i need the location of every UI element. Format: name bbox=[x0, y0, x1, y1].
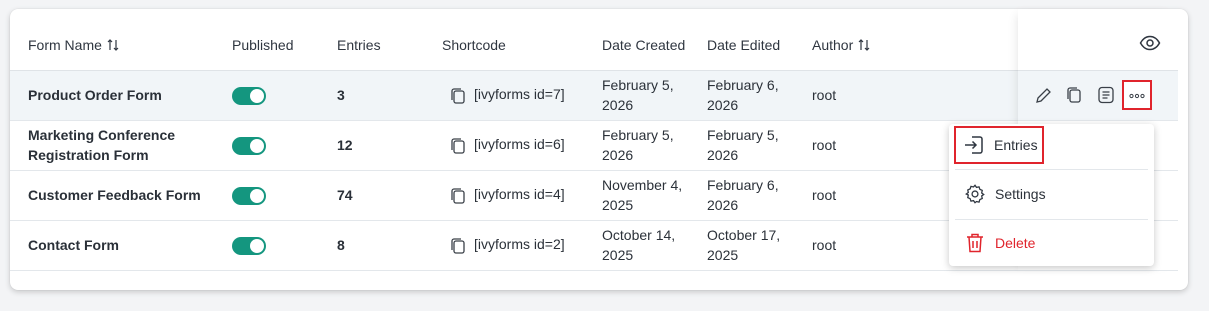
shortcode-text: [ivyforms id=2] bbox=[474, 236, 565, 252]
form-name[interactable]: Product Order Form bbox=[28, 85, 162, 105]
author: root bbox=[812, 237, 837, 253]
date-created-line1: November 4, bbox=[602, 177, 683, 193]
date-created-line1: October 14, bbox=[602, 227, 676, 243]
published-toggle[interactable] bbox=[232, 237, 266, 255]
date-edited-line2: 2026 bbox=[707, 97, 739, 113]
col-date-edited: Date Edited bbox=[707, 37, 781, 53]
table-row[interactable]: Product Order Form 3 [ivyforms id=7] Feb… bbox=[10, 71, 1178, 121]
date-edited-line2: 2025 bbox=[707, 247, 739, 263]
trash-icon bbox=[963, 231, 987, 255]
date-created-line1: February 5, bbox=[602, 127, 674, 143]
eye-icon[interactable] bbox=[1139, 35, 1161, 56]
col-published: Published bbox=[232, 37, 294, 53]
published-toggle[interactable] bbox=[232, 187, 266, 205]
author: root bbox=[812, 87, 837, 103]
menu-item-entries[interactable]: Entries bbox=[954, 126, 1044, 164]
actions-menu: Entries Settings Delete bbox=[949, 124, 1154, 266]
menu-item-settings[interactable]: Settings bbox=[955, 175, 1148, 213]
entries-icon bbox=[962, 133, 986, 157]
table-header: Form Name Published Entries Shortcode Da… bbox=[10, 9, 1178, 71]
forms-table-card: Form Name Published Entries Shortcode Da… bbox=[10, 9, 1188, 290]
date-created-line2: 2025 bbox=[602, 197, 634, 213]
menu-item-delete-label: Delete bbox=[995, 235, 1036, 251]
sort-icon[interactable] bbox=[857, 37, 871, 57]
form-name[interactable]: Customer Feedback Form bbox=[28, 185, 201, 205]
date-created-line2: 2025 bbox=[602, 247, 634, 263]
shortcode-text: [ivyforms id=4] bbox=[474, 186, 565, 202]
shortcode-text: [ivyforms id=6] bbox=[474, 136, 565, 152]
col-date-created: Date Created bbox=[602, 37, 686, 53]
edit-icon[interactable] bbox=[1034, 87, 1052, 110]
form-name-line2[interactable]: Registration Form bbox=[28, 145, 149, 165]
col-form-name[interactable]: Form Name bbox=[28, 35, 120, 57]
menu-item-settings-label: Settings bbox=[995, 186, 1046, 202]
form-name-line1[interactable]: Marketing Conference bbox=[28, 125, 175, 145]
col-form-name-label: Form Name bbox=[28, 37, 102, 53]
author: root bbox=[812, 137, 837, 153]
entries-count: 74 bbox=[337, 187, 353, 203]
copy-icon[interactable] bbox=[450, 137, 466, 160]
more-actions-button[interactable] bbox=[1122, 80, 1152, 110]
shortcode-text: [ivyforms id=7] bbox=[474, 86, 565, 102]
col-entries: Entries bbox=[337, 37, 381, 53]
date-edited-line1: February 6, bbox=[707, 77, 779, 93]
copy-icon[interactable] bbox=[450, 187, 466, 210]
entries-count: 3 bbox=[337, 87, 345, 103]
date-edited-line1: February 5, bbox=[707, 127, 779, 143]
col-author-label: Author bbox=[812, 37, 854, 53]
form-name[interactable]: Contact Form bbox=[28, 235, 119, 255]
sort-icon[interactable] bbox=[106, 37, 120, 57]
date-edited-line1: February 6, bbox=[707, 177, 779, 193]
copy-icon[interactable] bbox=[450, 87, 466, 110]
col-author[interactable]: Author bbox=[812, 35, 871, 57]
date-edited-line2: 2026 bbox=[707, 147, 739, 163]
entries-count: 8 bbox=[337, 237, 345, 253]
date-edited-line1: October 17, bbox=[707, 227, 781, 243]
more-icon bbox=[1129, 86, 1145, 104]
form-icon[interactable] bbox=[1097, 86, 1115, 109]
col-shortcode: Shortcode bbox=[442, 37, 506, 53]
published-toggle[interactable] bbox=[232, 87, 266, 105]
copy-icon[interactable] bbox=[450, 237, 466, 260]
menu-item-delete[interactable]: Delete bbox=[955, 224, 1148, 262]
published-toggle[interactable] bbox=[232, 137, 266, 155]
date-created-line2: 2026 bbox=[602, 147, 634, 163]
date-edited-line2: 2026 bbox=[707, 197, 739, 213]
duplicate-icon[interactable] bbox=[1066, 86, 1082, 109]
date-created-line2: 2026 bbox=[602, 97, 634, 113]
author: root bbox=[812, 187, 837, 203]
menu-item-entries-label: Entries bbox=[994, 137, 1038, 153]
entries-count: 12 bbox=[337, 137, 353, 153]
date-created-line1: February 5, bbox=[602, 77, 674, 93]
settings-icon bbox=[963, 182, 987, 206]
